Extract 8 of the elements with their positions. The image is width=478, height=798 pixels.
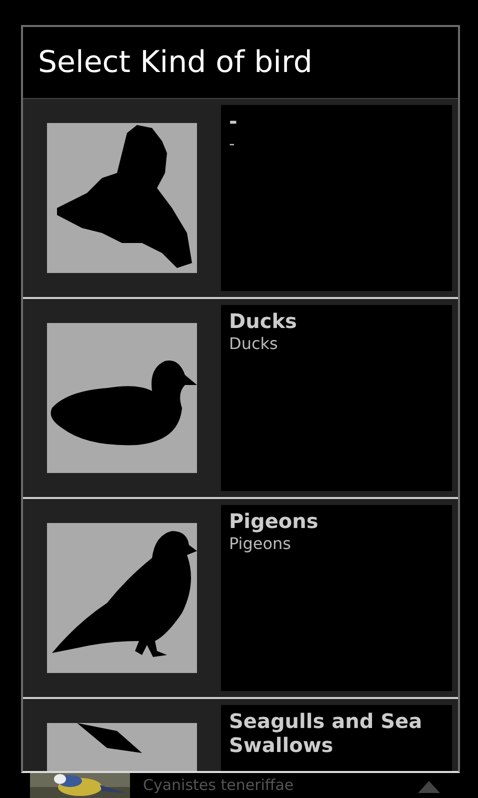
bird-kind-subtitle: Ducks bbox=[229, 333, 279, 355]
up-arrow-icon[interactable] bbox=[418, 781, 440, 793]
bird-species-text: Cyanistes teneriffae bbox=[143, 775, 294, 795]
bird-kind-name[interactable]: Ducks bbox=[229, 309, 444, 333]
bird-kind-subtitle: - bbox=[229, 133, 236, 155]
bird-kind-subtitle: Pigeons bbox=[229, 533, 292, 555]
bird-kind-name[interactable]: Pigeons bbox=[229, 509, 444, 533]
bird-kind-name[interactable]: - bbox=[229, 109, 444, 133]
